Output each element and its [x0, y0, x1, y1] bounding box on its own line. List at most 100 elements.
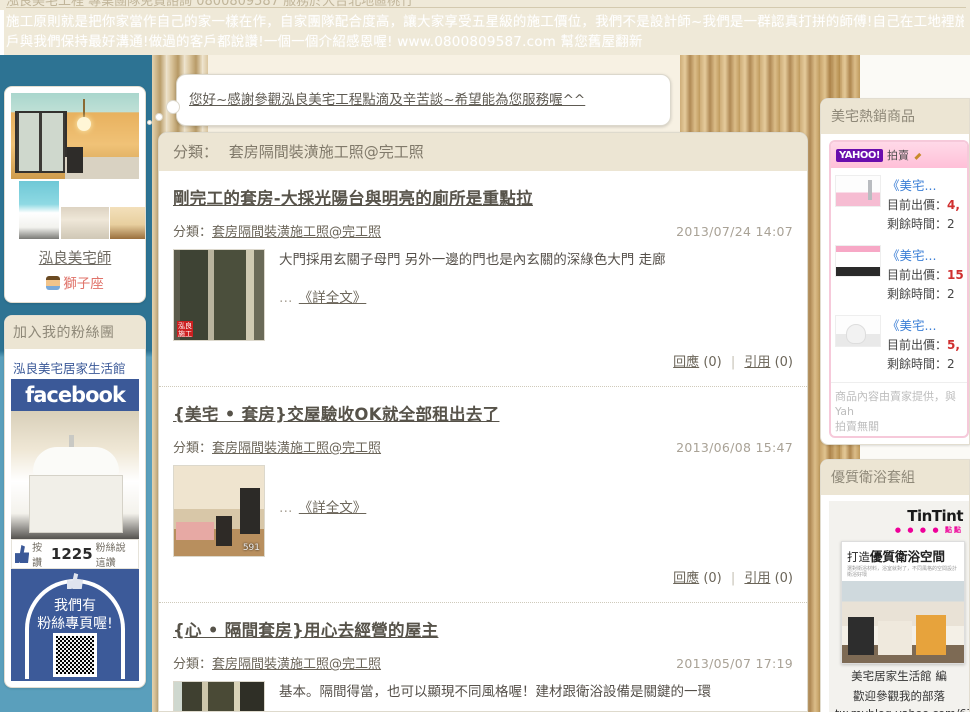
price-label: 目前出價：	[887, 198, 948, 212]
fan-page-name[interactable]: 泓良美宅居家生活館	[11, 355, 139, 379]
post-more-line: … 《詳全文》	[279, 497, 793, 519]
quote-link[interactable]: 引用	[744, 571, 770, 586]
facebook-like-bar[interactable]: 按讚 1225 粉絲說這讚	[11, 539, 139, 569]
profile-thumb-bathroom	[19, 181, 59, 239]
fan-page-qr-promo[interactable]: 我們有 粉絲專頁喔!	[11, 569, 139, 681]
like-label: 按讚	[32, 543, 43, 569]
auction-item-name[interactable]: 《美宅...	[887, 245, 963, 264]
thumb-chair	[216, 516, 232, 546]
ad-image-cabinet-dark	[848, 617, 874, 655]
greeting-bubble-text: 您好~感謝參觀泓良美宅工程點滴及辛苦談~希望能為您服務喔^^	[189, 92, 586, 108]
post-thumbnail[interactable]: 泓良施工	[173, 249, 265, 341]
post-excerpt: 大門採用玄關子母門 另外一邊的門也是內玄關的深綠色大門 走廊	[279, 252, 666, 268]
thumb-watermark: 泓良施工	[177, 321, 193, 338]
post-text: … 《詳全文》	[279, 465, 793, 557]
quote-count: (0)	[774, 571, 793, 586]
reply-count: (0)	[703, 355, 722, 370]
thumb-bed	[176, 522, 214, 540]
auction-item[interactable]: 《美宅... 目前出價：4, 剩餘時間：2	[831, 168, 967, 238]
post-meta: 分類：套房隔間裝潢施工照@完工照 2013/07/24 14:07	[173, 213, 793, 244]
ad-url[interactable]: tw.myblog.yahoo.com/67	[833, 704, 969, 712]
post-date: 2013/05/07 17:19	[676, 656, 793, 671]
left-sidebar: 泓良美宅師 獅子座 加入我的粉絲團 泓良美宅居家生活館 facebook 按讚	[4, 86, 146, 700]
ad-brand-text: TinTint	[907, 507, 963, 525]
price-value: 4,	[947, 198, 960, 212]
price-value: 15	[947, 268, 964, 282]
photo-lamp-bulb	[77, 117, 91, 131]
post-item: {心 • 隔間套房}用心去經營的屋主 分類：套房隔間裝潢施工照@完工照 2013…	[159, 602, 807, 711]
footer-separator: |	[730, 355, 736, 370]
post-body: 591 … 《詳全文》	[173, 460, 793, 557]
hot-products-body: YAHOO! 拍賣 《美宅... 目前出價：4, 剩餘時間：2 《美宅... 目…	[821, 134, 969, 444]
auction-item-text: 《美宅... 目前出價：5, 剩餘時間：2	[887, 315, 963, 372]
ad-card: 打造優質衛浴空間 選對衛浴材料，浴室就對了，不同風格的空間設計衛浴好壞	[841, 541, 965, 664]
reply-link[interactable]: 回應	[673, 571, 699, 586]
bubble-tail-dot-small	[147, 120, 152, 125]
quote-link[interactable]: 引用	[744, 355, 770, 370]
bath-set-body: TinTint ● ● ● ● 點點 打造優質衛浴空間 選對衛浴材料，浴室就對了…	[821, 495, 969, 712]
post-date: 2013/07/24 14:07	[676, 224, 793, 239]
post-text: 基本。隔間得當，也可以顯現不同風格喔！建材跟衛浴設備是關鍵的一環 … 《詳全文》	[279, 681, 793, 711]
banner-line-2: 戶與我們保持最好溝通!做過的客戶都說讚!一個一個介紹感恩喔! www.08008…	[6, 34, 643, 50]
gavel-icon	[914, 152, 922, 160]
post-text: 大門採用玄關子母門 另外一邊的門也是內玄關的深綠色大門 走廊 … 《詳全文》	[279, 249, 793, 341]
read-more-link[interactable]: 《詳全文》	[299, 290, 367, 306]
hot-products-panel: 美宅熱銷商品 YAHOO! 拍賣 《美宅... 目前出價：4, 剩餘時間：2 《…	[820, 98, 970, 445]
time-value: 2	[947, 217, 955, 231]
bath-set-ad[interactable]: TinTint ● ● ● ● 點點 打造優質衛浴空間 選對衛浴材料，浴室就對了…	[829, 501, 969, 712]
greeting-bubble: 您好~感謝參觀泓良美宅工程點滴及辛苦談~希望能為您服務喔^^	[176, 74, 671, 126]
auction-item-image	[835, 315, 881, 347]
post-more-line: … 《詳全文》	[279, 287, 793, 309]
fan-page-header: 加入我的粉絲團	[5, 316, 145, 349]
bath-set-panel: 優質衛浴套組 TinTint ● ● ● ● 點點 打造優質衛浴空間 選對衛浴材…	[820, 459, 970, 712]
post-title-link[interactable]: {心 • 隔間套房}用心去經營的屋主	[173, 611, 793, 645]
thumb-tv	[240, 488, 260, 534]
post-thumbnail[interactable]: 591	[173, 465, 265, 557]
post-category-link[interactable]: 套房隔間裝潢施工照@完工照	[212, 657, 381, 672]
more-ellipsis: …	[279, 290, 295, 306]
price-value: 5,	[947, 338, 960, 352]
post-title-link[interactable]: 剛完工的套房-大採光陽台與明亮的廁所是重點拉	[173, 179, 793, 213]
right-sidebar: 美宅熱銷商品 YAHOO! 拍賣 《美宅... 目前出價：4, 剩餘時間：2 《…	[820, 98, 970, 712]
auction-item-time-row: 剩餘時間：2	[887, 285, 963, 302]
ad-line-1: 美宅居家生活館 編	[851, 669, 947, 683]
footer-separator: |	[730, 571, 736, 586]
post-category-link[interactable]: 套房隔間裝潢施工照@完工照	[212, 225, 381, 240]
auction-item[interactable]: 《美宅... 目前出價：5, 剩餘時間：2	[831, 308, 967, 378]
ad-card-title-prefix: 打造	[847, 550, 870, 564]
profile-zodiac-label: 獅子座	[63, 276, 104, 292]
auction-item-price-row: 目前出價：15	[887, 266, 964, 283]
auction-item-price-row: 目前出價：5,	[887, 336, 963, 353]
read-more-link[interactable]: 《詳全文》	[299, 500, 367, 516]
post-body: 泓良施工 大門採用玄關子母門 另外一邊的門也是內玄關的深綠色大門 走廊 … 《詳…	[173, 244, 793, 341]
auction-item-name[interactable]: 《美宅...	[887, 175, 963, 194]
auction-item-price-row: 目前出價：4,	[887, 196, 963, 213]
banner-left-accent	[0, 10, 4, 55]
bath-set-header: 優質衛浴套組	[821, 460, 969, 495]
auction-item[interactable]: 《美宅... 目前出價：15 剩餘時間：2	[831, 238, 967, 308]
post-footer: 回應 (0) | 引用 (0)	[173, 341, 793, 378]
facebook-wordmark[interactable]: facebook	[11, 379, 139, 411]
ad-image-cabinet-light	[878, 621, 912, 655]
profile-name-link[interactable]: 泓良美宅師	[11, 247, 139, 268]
main-content: 分類： 套房隔間裝潢施工照@完工照 剛完工的套房-大採光陽台與明亮的廁所是重點拉…	[158, 132, 808, 712]
ad-card-image	[842, 581, 964, 663]
post-thumbnail[interactable]: 泓良施工	[173, 681, 265, 711]
time-label: 剩餘時間：	[887, 217, 948, 231]
reply-link[interactable]: 回應	[673, 355, 699, 370]
quote-count: (0)	[774, 355, 793, 370]
time-value: 2	[947, 357, 955, 371]
post-title-link[interactable]: {美宅 • 套房}交屋驗收OK就全部租出去了	[173, 395, 793, 429]
avatar-icon	[46, 276, 61, 290]
auction-disclaimer-line-1: 商品內容由賣家提供，與Yah	[835, 390, 956, 418]
category-band-value: 套房隔間裝潢施工照@完工照	[228, 143, 424, 161]
profile-thumbnail-strip	[11, 181, 145, 239]
post-category-prefix: 分類：	[173, 657, 213, 672]
auction-item-name[interactable]: 《美宅...	[887, 315, 963, 334]
post-category-link[interactable]: 套房隔間裝潢施工照@完工照	[212, 441, 381, 456]
auction-disclaimer-line-2: 拍賣無關	[835, 420, 879, 433]
post-footer: 回應 (0) | 引用 (0)	[173, 557, 793, 594]
promo-thumbs-up-icon	[67, 573, 83, 589]
page-root: 泓良美宅工程 專業團隊免費諮詢 0800809587 服務於大台北地區桃竹 施工…	[0, 0, 970, 712]
fan-page-panel: 加入我的粉絲團 泓良美宅居家生活館 facebook 按讚 1225 粉絲說這讚	[4, 315, 146, 688]
